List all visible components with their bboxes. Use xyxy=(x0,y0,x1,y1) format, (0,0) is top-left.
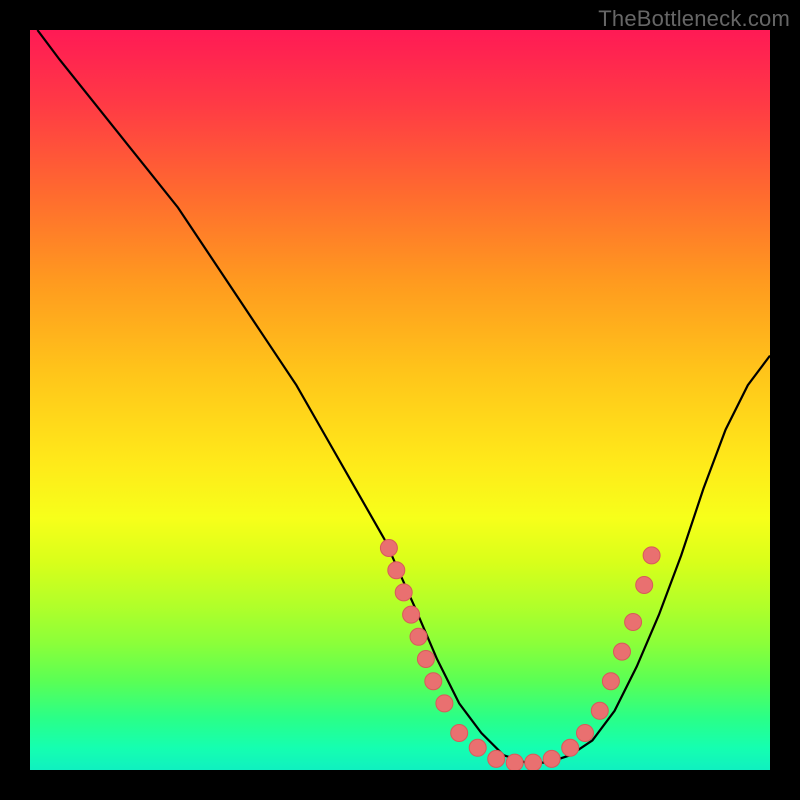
curve-marker xyxy=(614,643,631,660)
curve-marker xyxy=(636,577,653,594)
curve-marker-group xyxy=(380,540,660,771)
curve-marker xyxy=(403,606,420,623)
plot-gradient-area xyxy=(30,30,770,770)
bottleneck-curve-svg xyxy=(30,30,770,770)
curve-marker xyxy=(417,651,434,668)
chart-stage: TheBottleneck.com xyxy=(0,0,800,800)
curve-marker xyxy=(562,739,579,756)
curve-marker xyxy=(395,584,412,601)
curve-marker xyxy=(577,725,594,742)
curve-marker xyxy=(602,673,619,690)
curve-marker xyxy=(425,673,442,690)
watermark-label: TheBottleneck.com xyxy=(598,6,790,32)
curve-marker xyxy=(488,750,505,767)
curve-marker xyxy=(469,739,486,756)
bottleneck-curve-path xyxy=(37,30,770,763)
curve-marker xyxy=(380,540,397,557)
curve-marker xyxy=(525,754,542,770)
curve-marker xyxy=(625,614,642,631)
curve-marker xyxy=(506,754,523,770)
curve-marker xyxy=(451,725,468,742)
curve-marker xyxy=(388,562,405,579)
curve-marker xyxy=(436,695,453,712)
curve-marker xyxy=(543,750,560,767)
curve-marker xyxy=(643,547,660,564)
curve-marker xyxy=(410,628,427,645)
curve-marker xyxy=(591,702,608,719)
